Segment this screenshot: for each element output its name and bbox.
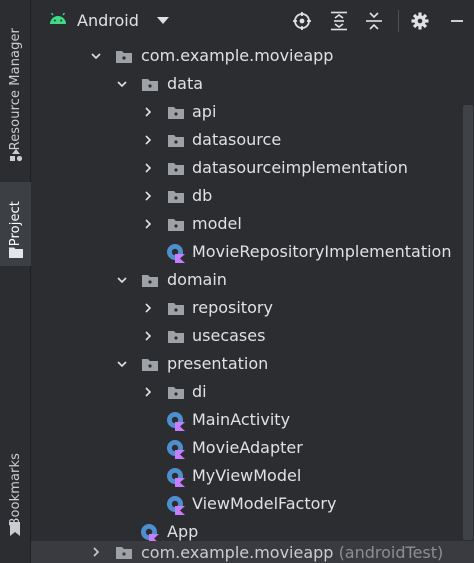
source-set-suffix: (androidTest): [338, 543, 444, 562]
tree-item-label: db: [192, 186, 213, 205]
chevron-down-icon[interactable]: [157, 17, 169, 24]
tree-item-main-activity[interactable]: MainActivity: [31, 406, 474, 434]
package-folder-icon: [168, 219, 184, 231]
tree-item-label: domain: [167, 270, 227, 289]
tree-item-model[interactable]: model: [31, 210, 474, 238]
package-folder-icon: [168, 191, 184, 203]
tree-item-datasourceimplementation[interactable]: datasourceimplementation: [31, 154, 474, 182]
package-folder-icon: [116, 547, 132, 559]
package-folder-icon: [142, 79, 158, 91]
package-folder-icon: [142, 359, 158, 371]
bookmark-icon: [10, 522, 20, 536]
tree-item-api[interactable]: api: [31, 98, 474, 126]
tree-item-label: di: [192, 382, 207, 401]
tree-item-label: MyViewModel: [192, 466, 302, 485]
project-label: Project: [8, 201, 23, 247]
gear-icon[interactable]: [410, 11, 430, 31]
bookmarks-label: Bookmarks: [8, 453, 23, 527]
tree-item-usecases[interactable]: usecases: [31, 322, 474, 350]
resource-manager-label: Resource Manager: [8, 27, 23, 151]
package-folder-icon: [116, 51, 132, 63]
kotlin-class-icon: [167, 244, 185, 263]
tree-item-label: model: [192, 214, 242, 233]
tree-item-label: datasource: [192, 130, 282, 149]
tree-item-label: api: [192, 102, 217, 121]
tree-item-label: repository: [192, 298, 273, 317]
chevron-right-icon[interactable]: [143, 331, 153, 341]
expand-all-icon[interactable]: [329, 11, 349, 31]
package-folder-icon: [168, 303, 184, 315]
tree-item-label: App: [167, 522, 199, 541]
package-folder-icon: [168, 135, 184, 147]
tree-item-datasource[interactable]: datasource: [31, 126, 474, 154]
android-icon: [50, 13, 66, 24]
folder-icon: [9, 247, 23, 258]
tree-item-movie-adapter[interactable]: MovieAdapter: [31, 434, 474, 462]
tree-item-movie-repository-implementation[interactable]: MovieRepositoryImplementation: [31, 238, 474, 266]
chevron-right-icon[interactable]: [143, 107, 153, 117]
resource-manager-icon: [10, 149, 23, 162]
view-selector-title[interactable]: Android: [77, 11, 139, 30]
tree-item-view-model-factory[interactable]: ViewModelFactory: [31, 490, 474, 518]
tree-item-label: presentation: [167, 354, 269, 373]
tree-item-label: usecases: [192, 326, 266, 345]
tree-item-di[interactable]: di: [31, 378, 474, 406]
tree-item-repository[interactable]: repository: [31, 294, 474, 322]
chevron-right-icon[interactable]: [143, 191, 153, 201]
kotlin-class-icon: [167, 440, 185, 459]
tree-item-label: ViewModelFactory: [192, 494, 337, 513]
chevron-down-icon[interactable]: [117, 79, 127, 89]
kotlin-class-icon: [167, 468, 185, 487]
package-folder-icon: [142, 275, 158, 287]
kotlin-class-icon: [167, 412, 185, 431]
chevron-right-icon[interactable]: [143, 163, 153, 173]
chevron-right-icon[interactable]: [143, 135, 153, 145]
locate-icon[interactable]: [292, 11, 312, 31]
chevron-right-icon[interactable]: [143, 219, 153, 229]
toolbar-divider: [398, 10, 399, 32]
minimize-icon[interactable]: [447, 11, 467, 31]
chevron-down-icon[interactable]: [117, 275, 127, 285]
chevron-down-icon[interactable]: [117, 359, 127, 369]
project-header: Android: [31, 0, 474, 42]
chevron-right-icon[interactable]: [91, 547, 101, 557]
kotlin-class-icon: [141, 524, 159, 543]
package-name: com.example.movieapp: [141, 543, 334, 562]
tree-item-db[interactable]: db: [31, 182, 474, 210]
package-folder-icon: [168, 387, 184, 399]
project-tab[interactable]: Project: [0, 182, 31, 266]
resource-manager-tab[interactable]: Resource Manager: [0, 8, 31, 170]
tree-item-presentation[interactable]: presentation: [31, 350, 474, 378]
package-folder-icon: [168, 107, 184, 119]
tree-item-android-test-package[interactable]: com.example.movieapp (androidTest): [31, 541, 474, 563]
tree-item-label: MainActivity: [192, 410, 291, 429]
tool-window-strip: Resource Manager Project Bookmarks: [0, 0, 31, 563]
tree-item-domain[interactable]: domain: [31, 266, 474, 294]
chevron-right-icon[interactable]: [143, 303, 153, 313]
package-folder-icon: [168, 331, 184, 343]
tree-item-label: com.example.movieapp (androidTest): [141, 543, 443, 562]
tree-item-label: MovieAdapter: [192, 438, 303, 457]
tree-item-label: MovieRepositoryImplementation: [192, 242, 452, 261]
tree-item-my-view-model[interactable]: MyViewModel: [31, 462, 474, 490]
tree-item-root-package[interactable]: com.example.movieapp: [31, 42, 474, 70]
kotlin-class-icon: [167, 496, 185, 515]
chevron-right-icon[interactable]: [143, 387, 153, 397]
bookmarks-tab[interactable]: Bookmarks: [0, 440, 31, 540]
tree-item-label: datasourceimplementation: [192, 158, 408, 177]
chevron-down-icon[interactable]: [91, 51, 101, 61]
package-folder-icon: [168, 163, 184, 175]
project-tree: com.example.movieapp data api datasource…: [31, 42, 474, 563]
tree-item-data[interactable]: data: [31, 70, 474, 98]
tree-item-label: data: [167, 74, 204, 93]
tree-item-label: com.example.movieapp: [141, 46, 334, 65]
scrollbar-thumb[interactable]: [463, 105, 473, 540]
collapse-all-icon[interactable]: [364, 11, 384, 31]
